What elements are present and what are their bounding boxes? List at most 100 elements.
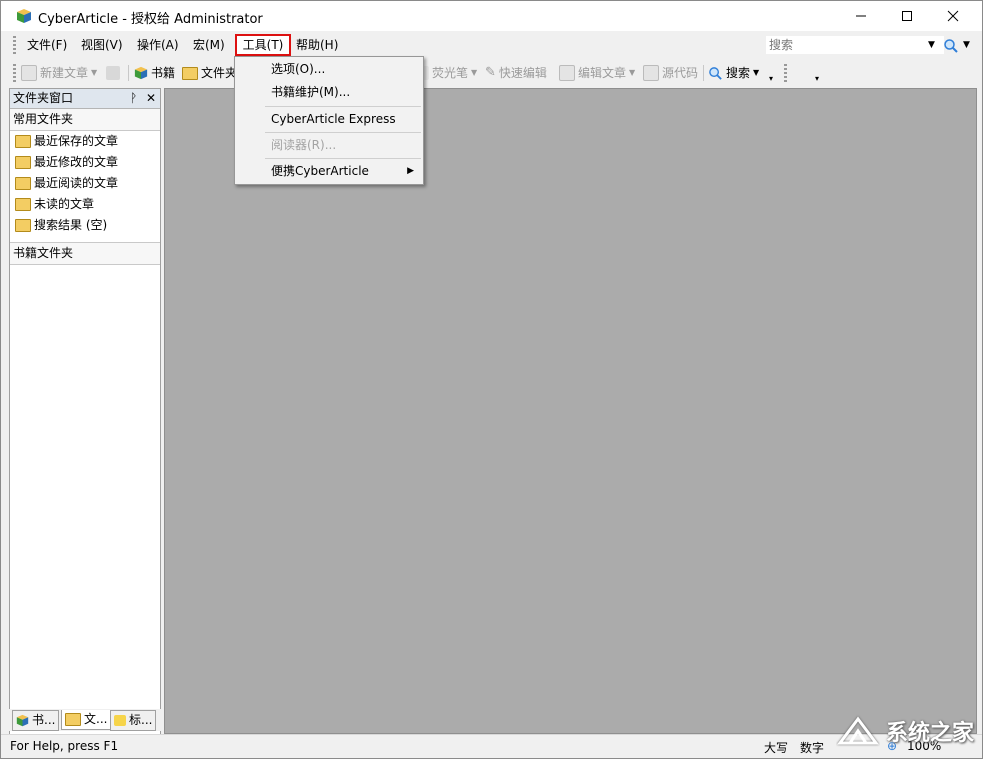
folder-icon [15, 156, 31, 169]
toolbar-overflow-icon-2[interactable]: ▾ [815, 74, 819, 83]
folder-panel-header: 文件夹窗口 ᚹ ✕ [10, 89, 160, 109]
books-label: 书籍 [151, 66, 176, 80]
menu-macro[interactable]: 宏(M) [191, 36, 227, 54]
quick-edit-button[interactable]: ✎ 快速编辑 [485, 64, 547, 82]
menu-reader: 阅读器(R)... [271, 138, 337, 152]
close-button[interactable] [930, 1, 976, 31]
menu-tools[interactable]: 工具(T) [235, 34, 291, 56]
section-common-folders[interactable]: 常用文件夹 [10, 109, 160, 131]
search-icon[interactable] [943, 38, 959, 54]
new-document-icon [21, 65, 37, 81]
menu-action[interactable]: 操作(A) [135, 36, 181, 54]
maximize-button[interactable] [884, 1, 930, 31]
folder-icon [182, 66, 198, 80]
source-code-button[interactable]: 源代码 [643, 64, 698, 82]
status-num: 数字 [800, 741, 825, 755]
menu-options[interactable]: 选项(O)... [236, 58, 422, 80]
books-icon [134, 66, 148, 80]
status-bar: For Help, press F1 大写 数字 ⊕ 100% [1, 734, 982, 758]
folder-label: 最近保存的文章 [34, 134, 119, 148]
menu-separator [265, 158, 421, 159]
print-icon [106, 66, 120, 80]
search-button-dropdown-icon[interactable]: ▼ [753, 64, 759, 82]
panel-tabs: 书... 文... 标... [9, 709, 161, 731]
submenu-arrow-icon: ▶ [407, 166, 414, 176]
edit-document-icon [559, 65, 575, 81]
toolbar-grip-2[interactable] [784, 64, 787, 82]
menu-separator [265, 106, 421, 107]
folder-button[interactable]: 文件夹 [182, 64, 237, 82]
status-caps: 大写 [764, 741, 789, 755]
highlighter-label: 荧光笔 [432, 66, 469, 80]
toolbar-separator [128, 65, 129, 81]
app-cube-icon [17, 9, 31, 23]
menu-view[interactable]: 视图(V) [79, 36, 125, 54]
menu-help[interactable]: 帮助(H) [294, 36, 340, 54]
highlighter-dropdown-icon[interactable]: ▼ [471, 64, 477, 82]
menu-portable-cyberarticle[interactable]: 便携CyberArticle ▶ [236, 160, 422, 182]
tab-label: 书... [32, 713, 56, 727]
tab-tags[interactable]: 标... [110, 710, 157, 731]
edit-article-label: 编辑文章 [578, 66, 627, 80]
search-input[interactable]: 搜索 [766, 36, 944, 54]
tag-icon [114, 715, 126, 726]
minimize-button[interactable] [838, 1, 884, 31]
folder-unread[interactable]: 未读的文章 [10, 194, 160, 215]
pencil-icon: ✎ [485, 65, 496, 80]
folder-icon [15, 177, 31, 190]
search-folder-icon [15, 219, 31, 232]
edit-article-button[interactable]: 编辑文章 ▼ [559, 64, 635, 82]
search-dropdown-arrow-icon[interactable]: ▼ [928, 40, 935, 50]
search-button[interactable]: 搜索 ▼ [708, 64, 759, 82]
tab-label: 文... [84, 712, 108, 726]
folder-label: 未读的文章 [34, 197, 95, 211]
folder-search-results[interactable]: 搜索结果 (空) [10, 215, 160, 236]
toolbar-overflow-icon[interactable]: ▾ [769, 74, 773, 83]
menu-book-maintenance[interactable]: 书籍维护(M)... [236, 81, 422, 103]
quick-edit-label: 快速编辑 [498, 66, 547, 80]
new-article-button[interactable]: 新建文章 ▼ [21, 64, 97, 82]
folder-icon [15, 135, 31, 148]
folder-recently-read[interactable]: 最近阅读的文章 [10, 173, 160, 194]
edit-article-dropdown-icon[interactable]: ▼ [629, 64, 635, 82]
search-options-arrow-icon[interactable]: ▼ [963, 40, 970, 50]
window-title: CyberArticle - 授权给 Administrator [38, 12, 263, 27]
menu-bar: 文件(F) 视图(V) 操作(A) 宏(M) 工具(T) 帮助(H) 搜索 ▼ … [1, 32, 982, 58]
new-article-label: 新建文章 [40, 66, 89, 80]
maximize-icon [902, 11, 912, 21]
menu-cyberarticle-express[interactable]: CyberArticle Express [236, 108, 422, 130]
tab-label: 标... [129, 713, 153, 727]
tab-folders[interactable]: 文... [61, 710, 112, 730]
books-icon [16, 714, 29, 727]
folder-recently-modified[interactable]: 最近修改的文章 [10, 152, 160, 173]
highlighter-button[interactable]: 荧光笔 ▼ [415, 64, 477, 82]
toolbar-grip[interactable] [13, 64, 16, 82]
toolbar: 新建文章 ▼ 书籍 文件夹 荧光笔 ▼ ✎ 快速编辑 编辑文章 ▼ 源代码 搜索… [1, 60, 982, 86]
folder-label: 文件夹 [201, 66, 238, 80]
search-label: 搜索 [726, 66, 751, 80]
source-code-label: 源代码 [662, 66, 699, 80]
folder-recently-saved[interactable]: 最近保存的文章 [10, 131, 160, 152]
close-icon [947, 10, 959, 22]
panel-close-icon[interactable]: ✕ [146, 89, 156, 108]
tools-menu-dropdown: 选项(O)... 书籍维护(M)... CyberArticle Express… [234, 56, 424, 185]
watermark-logo-icon [836, 716, 879, 745]
pin-icon[interactable]: ᚹ [130, 89, 137, 108]
toolbar-separator [703, 65, 704, 81]
folder-label: 最近修改的文章 [34, 155, 119, 169]
folder-icon [15, 198, 31, 211]
section-book-folders[interactable]: 书籍文件夹 [10, 242, 160, 265]
folder-panel-title: 文件夹窗口 [13, 91, 74, 105]
new-article-dropdown-icon[interactable]: ▼ [91, 64, 97, 82]
menubar-grip[interactable] [13, 36, 16, 54]
books-button[interactable]: 书籍 [134, 64, 175, 82]
title-bar: CyberArticle - 授权给 Administrator [1, 1, 982, 31]
tab-books[interactable]: 书... [12, 710, 60, 731]
app-window: CyberArticle - 授权给 Administrator 文件(F) 视… [0, 0, 983, 759]
folder-label: 搜索结果 (空) [34, 218, 108, 232]
source-code-icon [643, 65, 659, 81]
watermark: 系统之家 [836, 709, 974, 753]
menu-file[interactable]: 文件(F) [25, 36, 69, 54]
folder-panel: 文件夹窗口 ᚹ ✕ 常用文件夹 最近保存的文章 最近修改的文章 最近阅读的文章 … [9, 88, 161, 736]
print-button[interactable] [106, 64, 120, 82]
